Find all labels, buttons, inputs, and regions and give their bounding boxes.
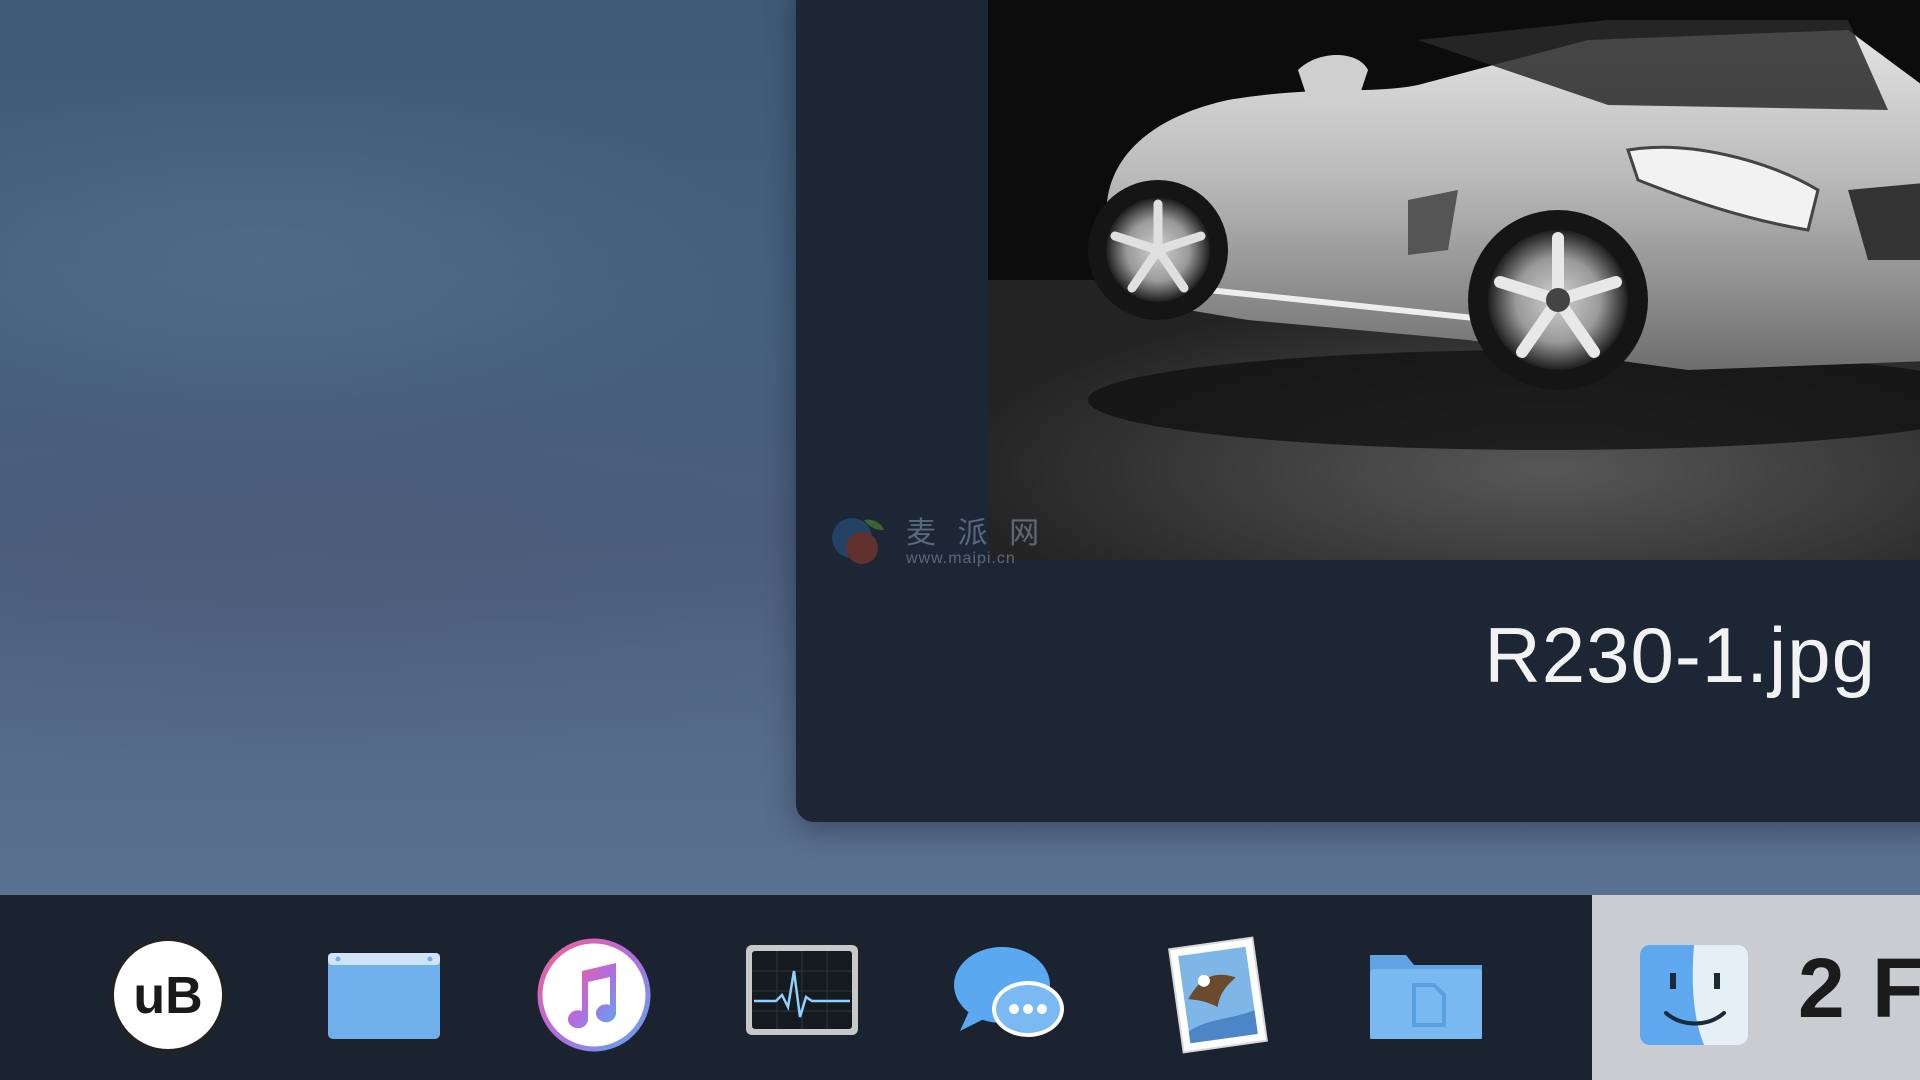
preview-panel[interactable]: R230-1.jpg xyxy=(796,0,1920,822)
dock-item-activity-monitor[interactable] xyxy=(742,935,862,1055)
mail-stamp-icon xyxy=(1168,936,1268,1054)
dock-item-browser-window[interactable] xyxy=(324,935,444,1055)
watermark-url: www.maipi.cn xyxy=(906,550,1016,567)
watermark: 麦 派 网 www.maipi.cn xyxy=(830,508,1070,578)
screen: R230-1.jpg 麦 派 网 www.maipi.cn uB 2 F xyxy=(0,0,1920,1080)
preview-image xyxy=(988,0,1920,560)
itunes-icon xyxy=(537,938,651,1052)
dock-item-documents-folder[interactable] xyxy=(1366,935,1486,1055)
messages-icon xyxy=(954,947,1064,1037)
dock-item-itunes[interactable] xyxy=(534,935,654,1055)
preview-filename: R230-1.jpg xyxy=(1484,611,1876,699)
finder-label: 2 F xyxy=(1798,941,1920,1035)
dock-item-ublock[interactable]: uB xyxy=(108,935,228,1055)
browser-window-icon xyxy=(328,953,440,1039)
dock-item-mail[interactable] xyxy=(1158,935,1278,1055)
finder-icon xyxy=(1640,945,1748,1045)
watermark-logo-icon xyxy=(832,518,884,564)
dock-item-finder[interactable] xyxy=(1634,935,1754,1055)
documents-folder-icon xyxy=(1370,955,1482,1039)
ublock-label: uB xyxy=(133,967,202,1025)
dock-item-messages[interactable] xyxy=(950,935,1070,1055)
activity-monitor-icon xyxy=(746,945,858,1035)
ublock-icon: uB xyxy=(110,937,226,1053)
car-photo xyxy=(988,0,1920,450)
watermark-text: 麦 派 网 xyxy=(906,516,1046,551)
